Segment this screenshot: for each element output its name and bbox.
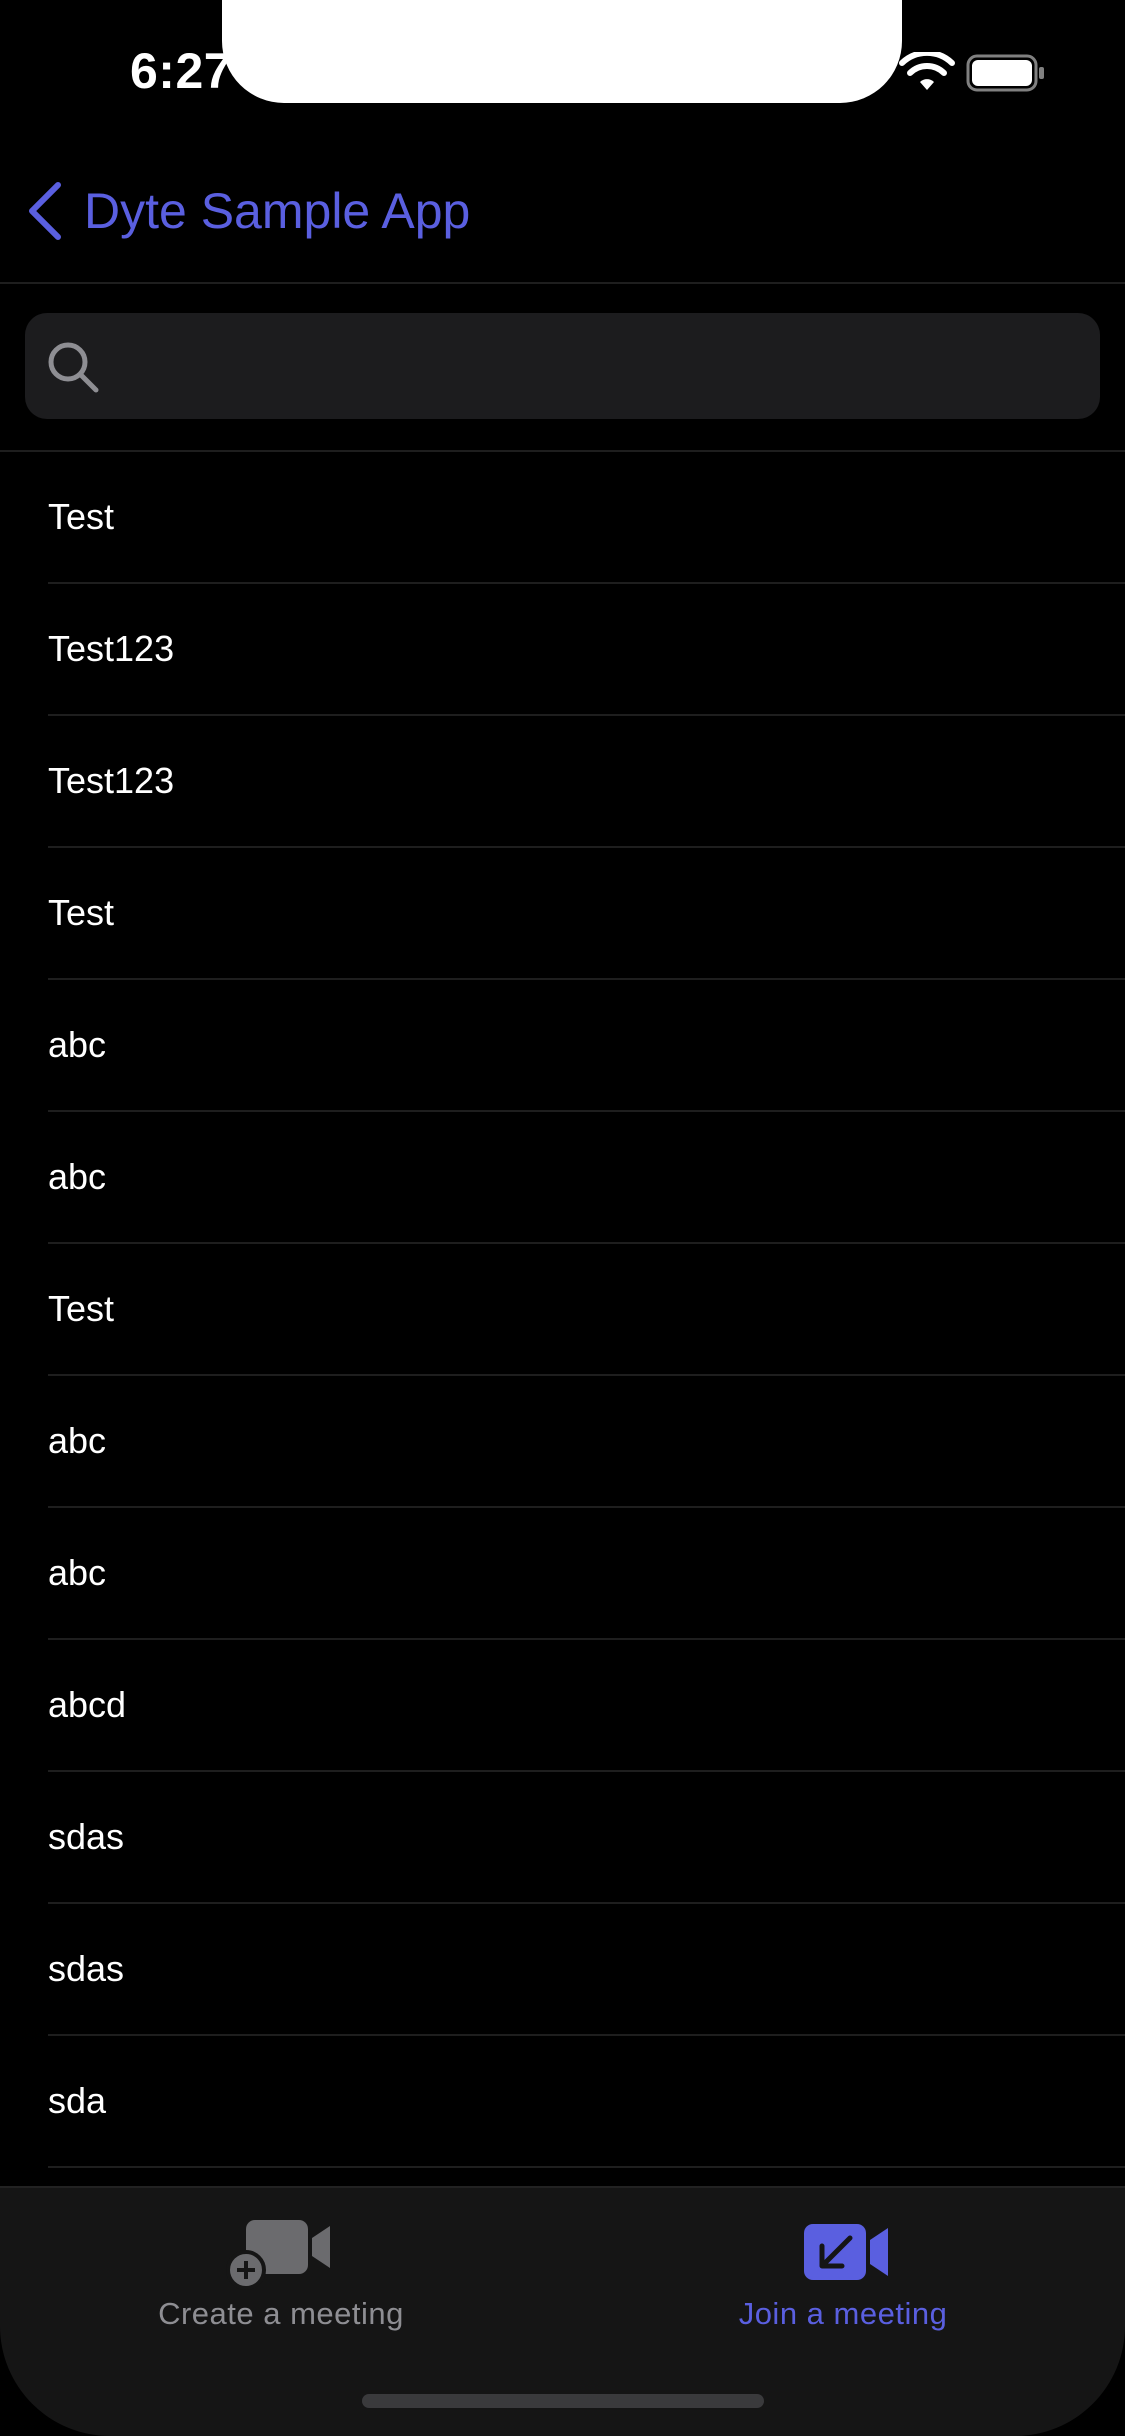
video-join-icon [804,2224,888,2280]
list-item-label: sdas [48,1816,125,1857]
search-bar [0,284,1125,452]
status-bar: 6:27 [0,0,1125,140]
list-item[interactable]: abc [0,1112,1125,1244]
list-item-label: sda [48,2080,107,2121]
list-item-label: abcd [48,1684,127,1725]
list-item[interactable]: abc [0,980,1125,1112]
wifi-icon [899,52,955,90]
video-add-icon [226,2220,330,2290]
list-item-label: abc [48,1024,107,1065]
list-item[interactable]: Test [0,452,1125,584]
list-item-label: abc [48,1156,107,1197]
app-screen: 6:27 Dyte Sample App Test Test123 Test12… [0,0,1125,2436]
list-item-label: Test [48,496,115,537]
list-item-label: Test123 [48,628,175,669]
tab-bar: Create a meeting Join a meeting [0,2186,1125,2436]
back-button-label: Dyte Sample App [84,183,471,239]
back-button[interactable]: Dyte Sample App [24,176,470,246]
list-item[interactable]: Test [0,1244,1125,1376]
list-item-label: Test [48,892,115,933]
chevron-left-icon [29,182,61,240]
meeting-list: Test Test123 Test123 Test abc abc Test a… [0,452,1125,2186]
search-input[interactable] [25,313,1100,419]
list-item[interactable]: Test123 [0,716,1125,848]
list-item-label: Test [48,1288,115,1329]
list-item[interactable]: abc [0,1376,1125,1508]
list-item-label: abc [48,1552,107,1593]
tab-join-meeting[interactable]: Join a meeting [562,2188,1124,2358]
list-item[interactable]: sda [0,2036,1125,2168]
list-item-label: Test123 [48,760,175,801]
list-item[interactable]: sdas [0,1904,1125,2036]
divider [48,2166,1125,2168]
list-item[interactable]: Test123 [0,584,1125,716]
list-item-label: abc [48,1420,107,1461]
battery-icon [966,54,1044,92]
list-item[interactable]: Test [0,848,1125,980]
navigation-bar: Dyte Sample App [0,140,1125,284]
tab-create-meeting[interactable]: Create a meeting [0,2188,562,2358]
tab-join-meeting-label: Join a meeting [738,2296,948,2331]
device-notch [222,0,902,103]
list-item[interactable]: abc [0,1508,1125,1640]
list-item-label: sdas [48,1948,125,1989]
tab-create-meeting-label: Create a meeting [158,2296,404,2331]
list-item[interactable]: sdas [0,1772,1125,1904]
status-time: 6:27 [130,43,233,99]
list-item[interactable]: abcd [0,1640,1125,1772]
home-indicator [362,2394,764,2408]
